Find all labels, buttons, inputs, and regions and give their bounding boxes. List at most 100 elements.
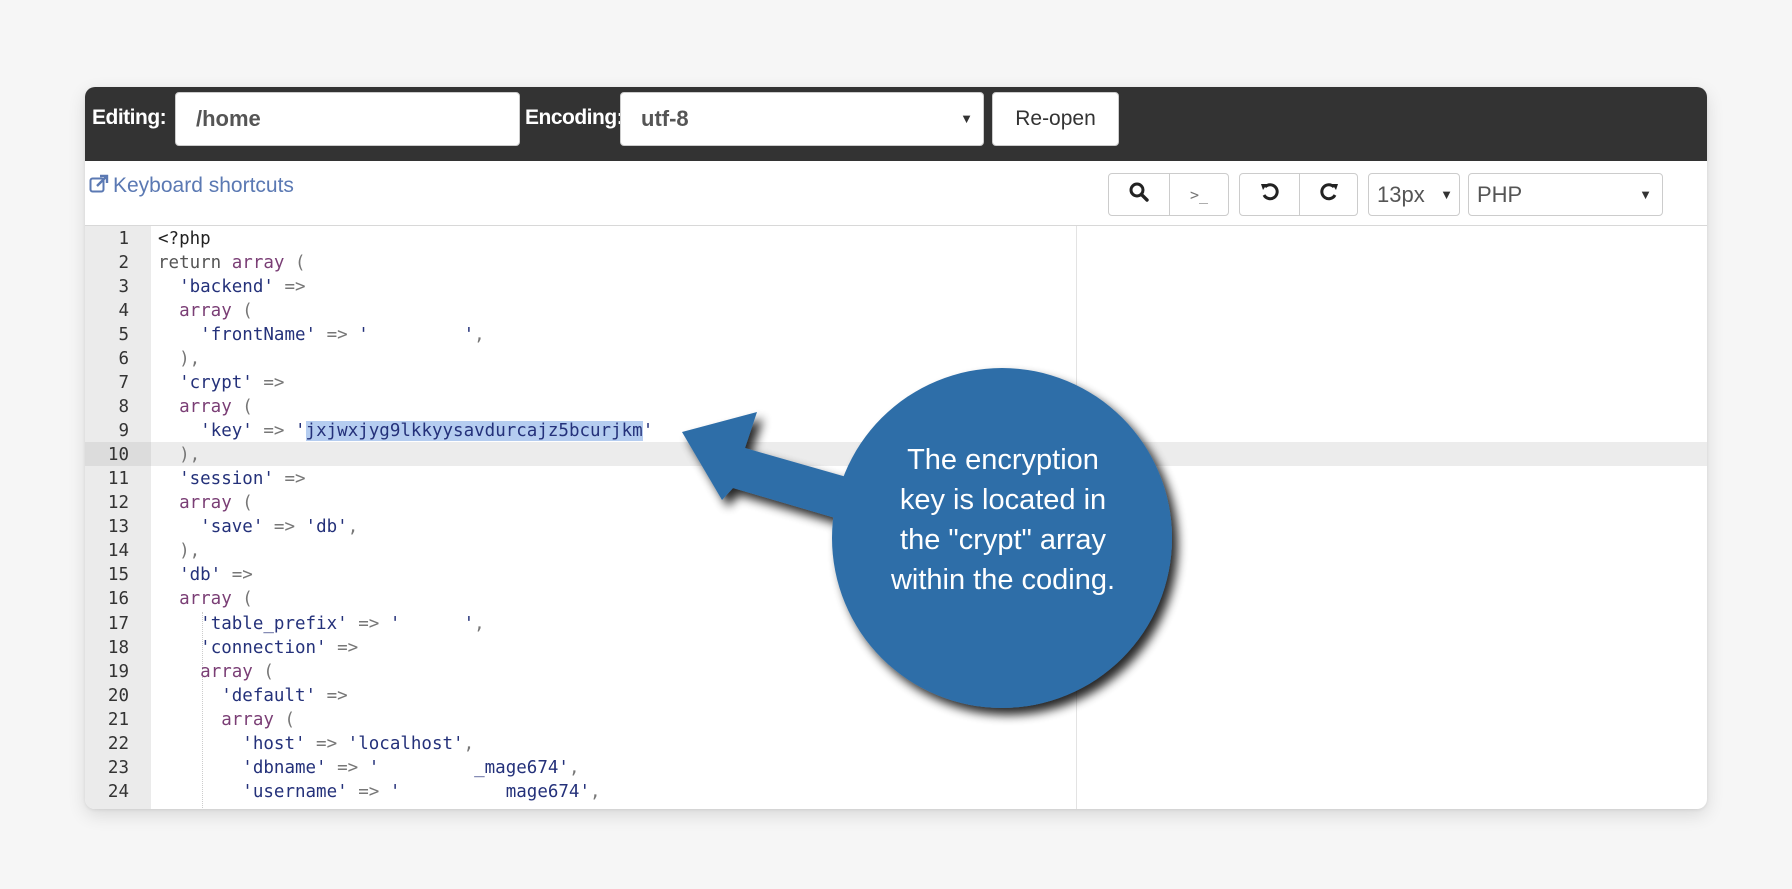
line-number: 15 <box>107 565 129 586</box>
code-token: , <box>474 325 485 346</box>
code-text: 'key' => 'jxjwxjyg9lkkyysavdurcajz5bcurj… <box>158 419 653 443</box>
search-button-group: >_ <box>1108 173 1229 216</box>
code-token: array <box>221 709 274 730</box>
line-number: 11 <box>107 469 129 490</box>
code-token: array <box>179 397 232 418</box>
code-token: return <box>158 253 232 274</box>
editing-label: Editing: <box>92 106 167 129</box>
callout-text-line: within the coding. <box>890 564 1116 596</box>
code-token: 'connection' <box>200 637 327 658</box>
code-token: , <box>568 757 580 778</box>
code-text: 'connection' => <box>158 636 358 660</box>
code-token: array <box>179 301 232 322</box>
code-token: 'host' <box>242 733 306 754</box>
line-number: 12 <box>107 493 129 514</box>
code-token: ' <box>642 421 654 442</box>
code-text: 'table_prefix' => ' ', <box>158 612 485 636</box>
line-number: 24 <box>107 781 129 802</box>
editing-path-input[interactable]: /home <box>175 92 520 146</box>
line-number: 3 <box>118 277 129 298</box>
code-text: 'save' => 'db', <box>158 515 358 539</box>
chevron-down-icon: ▼ <box>1440 187 1453 202</box>
code-token: ), <box>158 541 201 562</box>
code-token: 'key' <box>200 421 253 442</box>
code-token: ' ' <box>358 325 475 346</box>
terminal-icon: >_ <box>1189 185 1209 204</box>
code-token: 'db' <box>179 565 222 586</box>
line-number: 8 <box>118 397 129 418</box>
code-token: => <box>263 517 306 538</box>
reopen-button[interactable]: Re-open <box>992 92 1119 146</box>
terminal-button[interactable]: >_ <box>1169 174 1228 215</box>
code-token: => <box>326 637 359 658</box>
line-number: 9 <box>118 421 129 442</box>
code-text: <?php <box>158 227 211 251</box>
undo-button[interactable] <box>1240 174 1299 215</box>
line-number: 23 <box>107 757 129 778</box>
line-number: 5 <box>118 325 129 346</box>
code-token: 'crypt' <box>179 373 253 394</box>
line-number: 13 <box>107 517 129 538</box>
code-token: ' _mage674' <box>368 757 569 778</box>
code-token: ), <box>158 445 201 466</box>
code-text: array ( <box>158 660 274 684</box>
undo-redo-group <box>1239 173 1358 216</box>
line-number: 1 <box>118 229 129 249</box>
code-text: 'dbname' => ' _mage674', <box>158 756 579 780</box>
code-text: 'host' => 'localhost', <box>158 732 474 756</box>
code-text: 'backend' => <box>158 275 305 299</box>
code-token: ' ' <box>389 613 475 634</box>
redo-icon <box>1319 182 1339 207</box>
encoding-label: Encoding: <box>525 106 624 129</box>
line-number: 17 <box>107 613 129 634</box>
code-token: ( <box>273 709 295 730</box>
code-text: return array ( <box>158 251 306 275</box>
language-value: PHP <box>1477 182 1523 207</box>
code-token: ( <box>231 493 253 514</box>
font-size-select[interactable]: 13px ▼ <box>1368 173 1460 216</box>
code-token: 'backend' <box>179 277 274 298</box>
code-token: ( <box>231 589 253 610</box>
editing-path-value: /home <box>196 106 261 131</box>
code-token: ' mage674' <box>389 781 590 802</box>
line-number: 18 <box>107 637 129 658</box>
keyboard-shortcuts-link[interactable]: Keyboard shortcuts <box>89 171 294 201</box>
code-token: => <box>347 781 390 802</box>
code-token: <?php <box>158 229 211 249</box>
search-button[interactable] <box>1109 174 1169 215</box>
chevron-down-icon: ▼ <box>1639 187 1652 202</box>
code-token: => <box>316 685 348 706</box>
code-text: array ( <box>158 395 253 419</box>
code-text: 'session' => <box>158 467 305 491</box>
language-select[interactable]: PHP ▼ <box>1468 173 1663 216</box>
code-text: 'db' => <box>158 563 253 587</box>
code-token: ( <box>231 397 253 418</box>
code-text: array ( <box>158 708 295 732</box>
editor-header-bar: Editing: /home Encoding: utf-8 ▼ Re-open <box>85 87 1707 161</box>
code-token: 'frontName' <box>200 325 317 346</box>
external-link-icon <box>89 173 109 193</box>
line-number: 20 <box>107 685 129 706</box>
redo-button[interactable] <box>1299 174 1357 215</box>
code-token: 'localhost' <box>347 733 464 754</box>
code-token: 'dbname' <box>242 757 327 778</box>
line-number: 4 <box>118 301 129 322</box>
code-token: => <box>316 325 359 346</box>
callout-text-line: key is located in <box>899 484 1107 516</box>
encoding-select[interactable]: utf-8 ▼ <box>620 92 984 146</box>
code-text: 'frontName' => ' ', <box>158 323 485 347</box>
code-token: 'table_prefix' <box>200 613 348 634</box>
code-token: => <box>305 733 348 754</box>
code-text: 'default' => <box>158 684 348 708</box>
code-token: array <box>179 493 232 514</box>
